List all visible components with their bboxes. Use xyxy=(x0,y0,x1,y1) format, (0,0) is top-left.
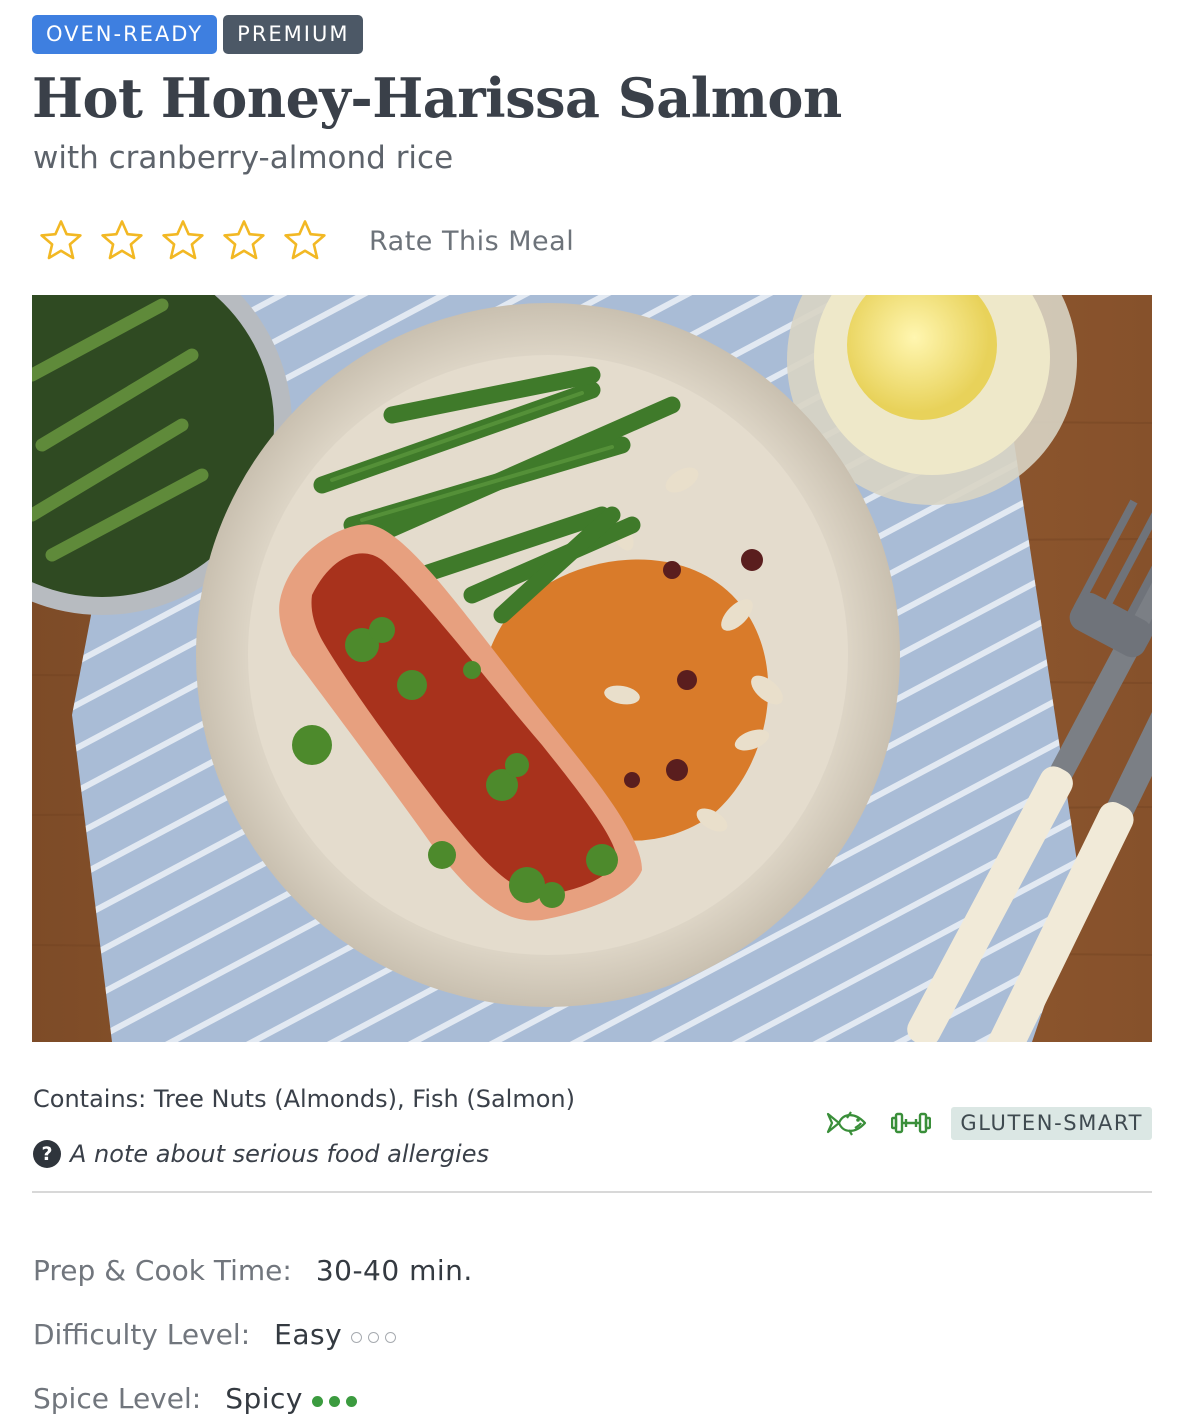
prep-time-value: 30-40 min. xyxy=(315,1253,473,1287)
star-icon[interactable] xyxy=(99,218,145,264)
meal-tags: OVEN-READY PREMIUM xyxy=(32,15,364,54)
fish-icon xyxy=(827,1111,867,1136)
prep-time-label: Prep & Cook Time: xyxy=(33,1253,292,1287)
difficulty-row: Difficulty Level: Easy xyxy=(33,1302,473,1366)
star-icon[interactable] xyxy=(221,218,267,264)
rating-stars xyxy=(38,218,328,264)
meal-photo-illustration xyxy=(32,295,1152,1042)
spice-row: Spice Level: Spicy xyxy=(33,1366,473,1426)
allergy-note-link[interactable]: ? A note about serious food allergies xyxy=(33,1140,489,1168)
star-icon[interactable] xyxy=(160,218,206,264)
level-dot-empty xyxy=(351,1331,363,1343)
dietary-icons: GLUTEN-SMART xyxy=(825,1105,1152,1141)
star-icon[interactable] xyxy=(282,218,328,264)
gluten-smart-badge: GLUTEN-SMART xyxy=(951,1106,1152,1140)
difficulty-value: Easy xyxy=(274,1317,343,1351)
difficulty-label: Difficulty Level: xyxy=(33,1317,251,1351)
spice-value: Spicy xyxy=(225,1381,303,1415)
rate-this-meal-label[interactable]: Rate This Meal xyxy=(369,226,574,257)
allergen-info: Contains: Tree Nuts (Almonds), Fish (Sal… xyxy=(33,1085,575,1113)
difficulty-dots xyxy=(351,1331,397,1343)
prep-time-row: Prep & Cook Time: 30-40 min. xyxy=(33,1238,473,1302)
question-circle-icon: ? xyxy=(33,1140,61,1168)
spice-label: Spice Level: xyxy=(33,1381,202,1415)
level-dot-empty xyxy=(385,1331,397,1343)
star-icon[interactable] xyxy=(38,218,84,264)
meal-title: Hot Honey-Harissa Salmon xyxy=(32,66,842,130)
level-dot-filled xyxy=(329,1395,340,1407)
meal-subtitle: with cranberry-almond rice xyxy=(33,140,454,176)
meal-detail-page: OVEN-READY PREMIUM Hot Honey-Harissa Sal… xyxy=(0,0,1177,1426)
dumbbell-icon xyxy=(891,1112,932,1134)
level-dot-filled xyxy=(312,1395,323,1407)
oven-ready-tag: OVEN-READY xyxy=(32,15,218,54)
rating-widget: Rate This Meal xyxy=(38,218,574,264)
level-dot-filled xyxy=(346,1395,357,1407)
section-divider xyxy=(32,1191,1152,1193)
spice-dots xyxy=(312,1395,357,1407)
meal-details: Prep & Cook Time: 30-40 min. Difficulty … xyxy=(33,1238,473,1426)
allergy-note-text: A note about serious food allergies xyxy=(70,1140,489,1168)
premium-tag: PREMIUM xyxy=(223,15,364,54)
level-dot-empty xyxy=(368,1331,380,1343)
meal-photo xyxy=(32,295,1152,1042)
